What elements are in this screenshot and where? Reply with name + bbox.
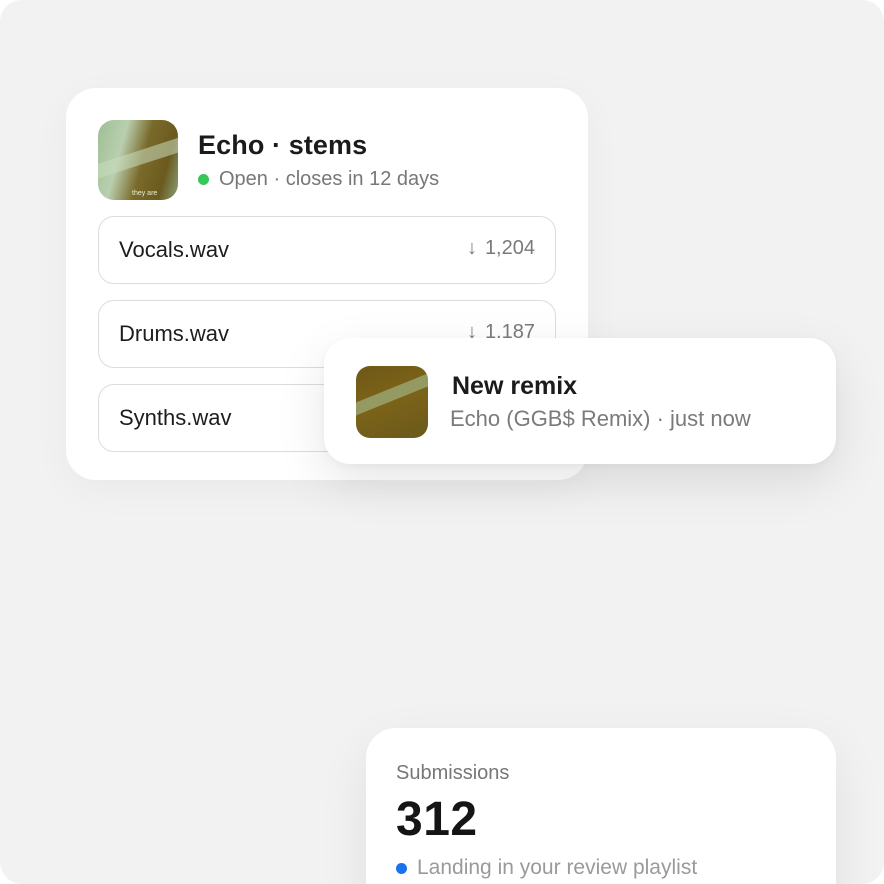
remix-art <box>356 366 428 438</box>
submissions-count: 312 <box>396 793 478 846</box>
art-streak <box>356 367 428 417</box>
file-row-vocals[interactable]: Vocals.wav ↓ 1,204 <box>98 216 556 284</box>
stems-status-text: Open · closes in 12 days <box>219 168 440 190</box>
submissions-note: Landing in your review playlist <box>396 856 697 880</box>
submissions-label: Submissions <box>396 762 510 784</box>
notification-title: New remix <box>452 372 578 400</box>
download-arrow-icon: ↓ <box>466 237 477 259</box>
album-art: they are <box>98 120 178 200</box>
canvas: they are Echo · stems Open · closes in 1… <box>0 0 884 884</box>
file-name: Drums.wav <box>119 321 230 346</box>
art-streak <box>98 129 178 181</box>
file-name: Vocals.wav <box>119 237 230 262</box>
notification-subtitle: Echo (GGB$ Remix) · just now <box>450 406 751 431</box>
stems-status: Open · closes in 12 days <box>198 168 439 191</box>
download-count: ↓ 1,204 <box>467 237 535 260</box>
album-art-text: they are <box>132 190 158 197</box>
submissions-note-text: Landing in your review playlist <box>417 856 698 879</box>
stems-title: Echo · stems <box>198 130 368 160</box>
status-dot-icon <box>396 862 407 874</box>
status-dot-icon <box>198 174 209 185</box>
remix-notification[interactable]: New remix Echo (GGB$ Remix) · just now <box>324 338 836 464</box>
download-count-value: 1,204 <box>484 237 535 259</box>
file-name: Synths.wav <box>119 405 232 430</box>
submissions-card: Submissions 312 Landing in your review p… <box>366 728 836 884</box>
